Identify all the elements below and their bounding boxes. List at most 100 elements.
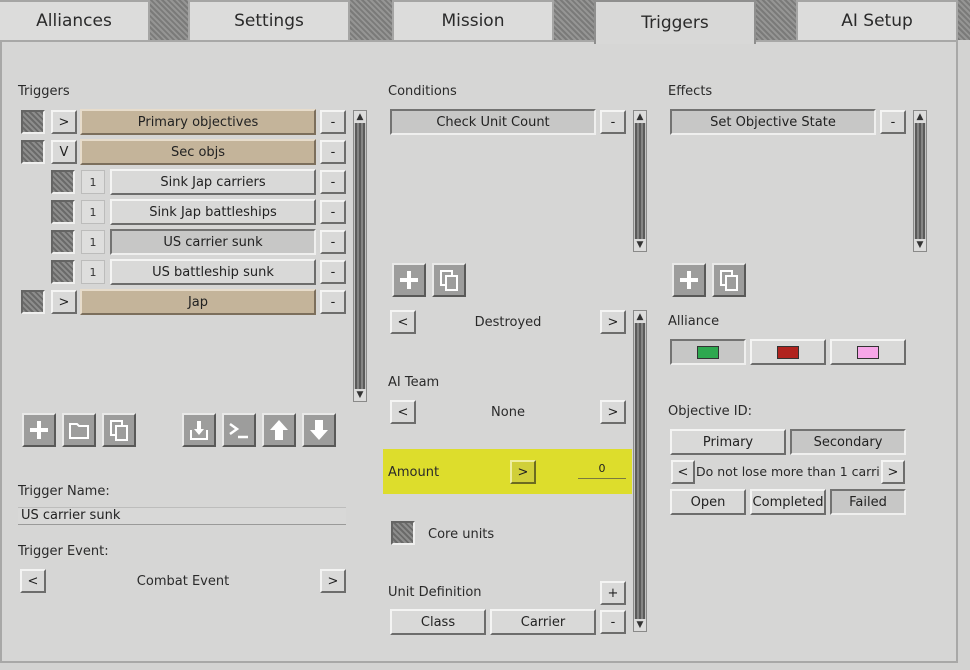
import-icon [190, 421, 208, 440]
add-trigger-button[interactable] [22, 413, 56, 447]
objective-next-button[interactable]: > [881, 460, 905, 484]
scroll-up-icon[interactable]: ▲ [634, 111, 646, 123]
expand-toggle[interactable]: V [51, 140, 77, 164]
scroll-thumb[interactable] [915, 123, 925, 239]
green-swatch [697, 345, 719, 359]
tab-label: AI Setup [841, 11, 913, 31]
tab-ai-setup[interactable]: AI Setup [796, 0, 958, 40]
trigger-enabled-checkbox[interactable] [51, 170, 75, 194]
move-up-button[interactable] [262, 413, 296, 447]
trigger-enabled-checkbox[interactable] [21, 110, 45, 134]
trigger-item-selected[interactable]: US carrier sunk [110, 229, 316, 255]
duplicate-trigger-button[interactable] [102, 413, 136, 447]
condition-item[interactable]: Check Unit Count [390, 109, 596, 135]
team-next-button[interactable]: > [600, 400, 626, 424]
effect-item[interactable]: Set Objective State [670, 109, 876, 135]
trigger-enabled-checkbox[interactable] [51, 230, 75, 254]
trigger-name-input[interactable]: US carrier sunk [18, 507, 346, 525]
trigger-item[interactable]: Sink Jap carriers [110, 169, 316, 195]
scroll-thumb[interactable] [635, 323, 645, 619]
unit-definition-value[interactable]: Carrier [490, 609, 596, 635]
trigger-item[interactable]: US battleship sunk [110, 259, 316, 285]
add-effect-button[interactable] [672, 263, 706, 297]
core-units-checkbox[interactable] [391, 521, 415, 545]
pink-swatch [857, 345, 879, 359]
remove-trigger-button[interactable]: - [320, 290, 346, 314]
add-folder-button[interactable] [62, 413, 96, 447]
remove-trigger-button[interactable]: - [320, 140, 346, 164]
state-open-button[interactable]: Open [670, 489, 746, 515]
trigger-enabled-checkbox[interactable] [51, 260, 75, 284]
state-next-button[interactable]: > [600, 310, 626, 334]
scroll-thumb[interactable] [355, 123, 365, 389]
scroll-down-icon[interactable]: ▼ [914, 239, 926, 251]
console-icon [229, 422, 248, 439]
state-prev-button[interactable]: < [390, 310, 416, 334]
trigger-count: 1 [81, 230, 105, 254]
unit-definition-key[interactable]: Class [390, 609, 486, 635]
conditions-scrollbar[interactable]: ▲ ▼ [633, 110, 647, 252]
amount-toggle-button[interactable]: > [510, 460, 536, 484]
scroll-up-icon[interactable]: ▲ [634, 311, 646, 323]
tab-mission[interactable]: Mission [392, 0, 554, 40]
alliance-pink-button[interactable] [830, 339, 906, 365]
event-next-button[interactable]: > [320, 569, 346, 593]
tab-settings[interactable]: Settings [188, 0, 350, 40]
scroll-thumb[interactable] [635, 123, 645, 239]
add-condition-button[interactable] [392, 263, 426, 297]
team-prev-button[interactable]: < [390, 400, 416, 424]
scroll-down-icon[interactable]: ▼ [354, 389, 366, 401]
trigger-item[interactable]: Sec objs [80, 139, 316, 165]
trigger-count: 1 [81, 200, 105, 224]
trigger-item[interactable]: Jap [80, 289, 316, 315]
condition-details-scrollbar[interactable]: ▲ ▼ [633, 310, 647, 632]
alliance-green-button[interactable] [670, 339, 746, 365]
objective-prev-button[interactable]: < [671, 460, 695, 484]
remove-condition-button[interactable]: - [600, 110, 626, 134]
expand-toggle[interactable]: > [51, 110, 77, 134]
trigger-enabled-checkbox[interactable] [21, 140, 45, 164]
expand-toggle[interactable]: > [51, 290, 77, 314]
tab-label: Alliances [36, 11, 112, 31]
event-prev-button[interactable]: < [20, 569, 46, 593]
objective-value: Do not lose more than 1 carrier [696, 464, 880, 479]
triggers-heading: Triggers [18, 84, 70, 99]
trigger-enabled-checkbox[interactable] [21, 290, 45, 314]
trigger-item[interactable]: Primary objectives [80, 109, 316, 135]
remove-trigger-button[interactable]: - [320, 110, 346, 134]
triggers-scrollbar[interactable]: ▲ ▼ [353, 110, 367, 402]
console-button[interactable] [222, 413, 256, 447]
remove-effect-button[interactable]: - [880, 110, 906, 134]
remove-trigger-button[interactable]: - [320, 200, 346, 224]
remove-unit-definition-button[interactable]: - [600, 610, 626, 634]
duplicate-effect-button[interactable] [712, 263, 746, 297]
scroll-up-icon[interactable]: ▲ [354, 111, 366, 123]
state-failed-button[interactable]: Failed [830, 489, 906, 515]
trigger-enabled-checkbox[interactable] [51, 200, 75, 224]
remove-trigger-button[interactable]: - [320, 170, 346, 194]
state-completed-button[interactable]: Completed [750, 489, 826, 515]
tab-triggers[interactable]: Triggers [594, 0, 756, 44]
duplicate-condition-button[interactable] [432, 263, 466, 297]
trigger-item[interactable]: Sink Jap battleships [110, 199, 316, 225]
add-unit-definition-button[interactable]: + [600, 581, 626, 605]
tab-divider [150, 0, 188, 40]
editor-window: Alliances Settings Mission Triggers AI S… [0, 0, 970, 670]
scroll-down-icon[interactable]: ▼ [634, 239, 646, 251]
secondary-objective-button[interactable]: Secondary [790, 429, 906, 455]
tab-alliances[interactable]: Alliances [0, 0, 150, 40]
move-down-button[interactable] [302, 413, 336, 447]
scroll-down-icon[interactable]: ▼ [634, 619, 646, 631]
scroll-up-icon[interactable]: ▲ [914, 111, 926, 123]
amount-input[interactable]: 0 [578, 461, 626, 479]
import-button[interactable] [182, 413, 216, 447]
ai-team-value: None [491, 405, 525, 420]
alliance-red-button[interactable] [750, 339, 826, 365]
ai-team-label: AI Team [388, 375, 440, 390]
remove-trigger-button[interactable]: - [320, 230, 346, 254]
alliance-label: Alliance [668, 314, 720, 329]
unit-state-value: Destroyed [474, 315, 542, 330]
remove-trigger-button[interactable]: - [320, 260, 346, 284]
effects-scrollbar[interactable]: ▲ ▼ [913, 110, 927, 252]
primary-objective-button[interactable]: Primary [670, 429, 786, 455]
